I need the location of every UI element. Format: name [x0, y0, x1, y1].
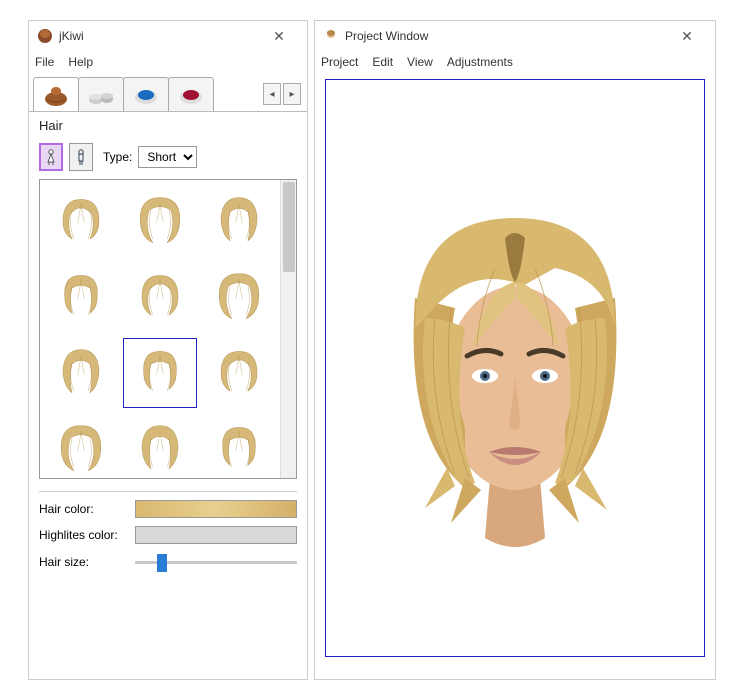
project-window: Project Window ✕ Project Edit View Adjus…: [314, 20, 716, 680]
hair-icon: [212, 194, 266, 248]
hair-gallery: [39, 179, 297, 479]
tools-titlebar: jKiwi ✕: [29, 21, 307, 51]
type-label: Type:: [103, 150, 132, 164]
hair-thumb-hair-07[interactable]: [44, 338, 119, 408]
male-icon: [75, 148, 87, 166]
hair-thumb-hair-09[interactable]: [201, 338, 276, 408]
hair-thumb-hair-01[interactable]: [44, 186, 119, 256]
hair-bun-icon: [40, 83, 72, 107]
hair-thumb-hair-02[interactable]: [123, 186, 198, 256]
tab-eyeshadow[interactable]: [123, 77, 169, 111]
hair-icon: [212, 422, 266, 476]
hair-icon: [133, 346, 187, 400]
gender-male-button[interactable]: [69, 143, 93, 171]
slider-thumb[interactable]: [157, 554, 167, 572]
hair-thumb-hair-05[interactable]: [123, 262, 198, 332]
tabs-scroll-left[interactable]: ◂: [263, 83, 281, 105]
tools-title: jKiwi: [59, 29, 259, 43]
female-icon: [45, 148, 57, 166]
menu-project[interactable]: Project: [321, 55, 358, 69]
tools-menubar: File Help: [29, 51, 307, 73]
highlights-color-swatch[interactable]: [135, 526, 297, 544]
gallery-scrollbar[interactable]: [280, 180, 296, 478]
hair-size-slider[interactable]: [135, 552, 297, 572]
scrollbar-thumb[interactable]: [283, 182, 295, 272]
compact-blue-icon: [130, 83, 162, 107]
hair-icon: [133, 270, 187, 324]
hair-icon: [212, 346, 266, 400]
hair-thumb-hair-11[interactable]: [123, 414, 198, 478]
tab-hair[interactable]: [33, 77, 79, 111]
hair-thumb-hair-08[interactable]: [123, 338, 198, 408]
hair-icon: [133, 422, 187, 476]
project-menubar: Project Edit View Adjustments: [315, 51, 715, 73]
close-button[interactable]: ✕: [259, 22, 299, 50]
hair-icon: [54, 194, 108, 248]
menu-edit[interactable]: Edit: [372, 55, 393, 69]
hair-thumb-hair-03[interactable]: [201, 186, 276, 256]
hair-icon: [133, 194, 187, 248]
project-titlebar: Project Window ✕: [315, 21, 715, 51]
category-tabs: ◂ ▸: [29, 73, 307, 112]
hair-icon: [54, 422, 108, 476]
hair-icon: [54, 346, 108, 400]
app-icon: [37, 28, 53, 44]
compact-red-icon: [175, 83, 207, 107]
project-title: Project Window: [345, 29, 667, 43]
tools-window: jKiwi ✕ File Help: [28, 20, 308, 680]
menu-file[interactable]: File: [35, 55, 54, 69]
hair-thumb-hair-12[interactable]: [201, 414, 276, 478]
hair-color-swatch[interactable]: [135, 500, 297, 518]
hair-thumb-hair-10[interactable]: [44, 414, 119, 478]
model-portrait: [355, 178, 675, 558]
gender-female-button[interactable]: [39, 143, 63, 171]
menu-view[interactable]: View: [407, 55, 433, 69]
type-select[interactable]: Short: [138, 146, 197, 168]
menu-help[interactable]: Help: [68, 55, 93, 69]
project-icon: [323, 28, 339, 44]
tabs-scroll-right[interactable]: ▸: [283, 83, 301, 105]
hair-icon: [54, 270, 108, 324]
tab-foundation[interactable]: [78, 77, 124, 111]
project-canvas[interactable]: [325, 79, 705, 657]
jars-icon: [85, 83, 117, 107]
highlights-color-label: Highlites color:: [39, 528, 129, 542]
section-label: Hair: [29, 112, 307, 141]
tab-lipstick[interactable]: [168, 77, 214, 111]
hair-thumb-hair-04[interactable]: [44, 262, 119, 332]
hair-size-label: Hair size:: [39, 555, 129, 569]
menu-adjustments[interactable]: Adjustments: [447, 55, 513, 69]
hair-color-label: Hair color:: [39, 502, 129, 516]
hair-thumb-hair-06[interactable]: [201, 262, 276, 332]
project-close-button[interactable]: ✕: [667, 22, 707, 50]
hair-controls: Type: Short: [29, 141, 307, 179]
hair-icon: [212, 270, 266, 324]
